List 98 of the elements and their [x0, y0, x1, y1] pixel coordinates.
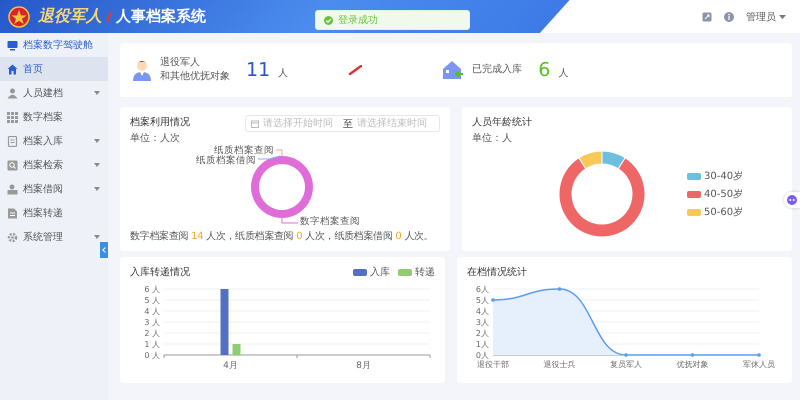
legend-label: 30-40岁	[704, 170, 744, 183]
sidebar-item[interactable]: 档案入库	[0, 129, 108, 153]
robot-icon	[787, 195, 797, 205]
stat-count: 6	[538, 59, 550, 81]
slice-label: 数字档案查阅	[282, 216, 360, 225]
slash-icon	[106, 10, 112, 22]
legend-label: 40-50岁	[704, 188, 744, 201]
caret-icon	[779, 14, 786, 18]
sidebar-item[interactable]: 档案转递	[0, 201, 108, 225]
sidebar-item[interactable]: 人员建档	[0, 81, 108, 105]
chevron-left-icon	[102, 247, 106, 253]
card-title: 人员年龄统计	[472, 116, 532, 129]
date-range-field[interactable]: 请选择开始时间 至 请选择结束时间	[245, 115, 440, 132]
unit-label: 单位：人	[472, 132, 513, 145]
user-menu[interactable]: 管理员	[746, 10, 786, 24]
range-separator: 至	[343, 118, 353, 130]
caret-icon	[94, 91, 100, 95]
start-date-input[interactable]: 请选择开始时间	[263, 118, 339, 129]
axis-category-label: 优抚对象	[676, 360, 708, 369]
axis-category-label: 军休人员	[743, 360, 775, 369]
bar	[220, 289, 228, 355]
sidebar-item[interactable]: 数字档案	[0, 105, 108, 129]
bar	[232, 344, 240, 355]
sidebar-item[interactable]: 档案数字驾驶舱	[0, 33, 108, 57]
axis-tick-label: 0 人	[144, 351, 160, 360]
slice-label: 纸质档案借阅	[196, 155, 280, 166]
emblem-icon	[8, 6, 30, 28]
end-date-input[interactable]: 请选择结束时间	[357, 118, 433, 129]
caret-icon	[94, 139, 100, 143]
axis-tick-label: 4人	[476, 307, 489, 316]
point	[624, 353, 628, 357]
sidebar-item[interactable]: 系统管理	[0, 225, 108, 249]
legend-label: 入库	[370, 266, 390, 279]
point	[491, 298, 495, 302]
fullscreen-button[interactable]	[702, 12, 712, 22]
axis-tick-label: 1 人	[144, 340, 160, 349]
stat-count: 11	[246, 59, 270, 81]
legend-label: 纸质档案借阅	[196, 154, 256, 166]
axis-tick-label: 3 人	[144, 318, 160, 327]
card-title: 入库转递情况	[130, 266, 190, 279]
axis-tick-label: 5 人	[144, 296, 160, 305]
stat-unit: 人	[278, 67, 288, 80]
legend-label: 50-60岁	[704, 206, 744, 219]
point	[757, 353, 761, 357]
slice-label: 数字档案查阅	[300, 215, 360, 227]
sidebar-item[interactable]: 档案借阅	[0, 177, 108, 201]
card-title: 档案利用情况	[130, 116, 190, 129]
gear-icon	[7, 232, 18, 242]
magnifier-icon	[7, 160, 18, 170]
axis-tick-label: 4 人	[144, 307, 160, 316]
person-icon	[7, 88, 18, 98]
person-icon	[7, 184, 18, 194]
unit-label: 单位：人次	[130, 132, 181, 145]
axis-category-label: 退役士兵	[544, 360, 576, 369]
collapse-button[interactable]	[100, 242, 108, 258]
stat-label: 已完成入库	[472, 63, 522, 77]
point	[558, 287, 562, 291]
point	[690, 353, 694, 357]
toast-text: 登录成功	[338, 14, 378, 27]
sidebar-item[interactable]: 首页	[0, 57, 108, 81]
axis-tick-label: 5人	[476, 296, 489, 305]
axis-tick-label: 0人	[476, 351, 489, 360]
calendar-icon	[251, 120, 259, 128]
caret-icon	[94, 187, 100, 191]
caret-icon	[94, 235, 100, 239]
slice-label: 纸质档案查阅	[214, 145, 282, 156]
card-title: 在档情况统计	[467, 266, 527, 279]
person-icon	[132, 59, 152, 81]
axis-tick-label: 6 人	[144, 285, 160, 294]
legend-label: 转递	[415, 266, 435, 279]
info-icon	[724, 12, 734, 22]
grid-icon	[7, 112, 18, 122]
caret-icon	[94, 163, 100, 167]
axis-tick-label: 2人	[476, 329, 489, 338]
sidebar-item[interactable]: 档案检索	[0, 153, 108, 177]
stat-unit: 人	[558, 67, 568, 80]
legend-label: 纸质档案查阅	[214, 144, 274, 156]
axis-category-label: 复员军人	[610, 360, 642, 369]
axis-tick-label: 1人	[476, 340, 489, 349]
axis-tick-label: 3人	[476, 318, 489, 327]
axis-category-label: 退役干部	[477, 360, 509, 369]
slash-icon	[348, 65, 362, 75]
check-icon	[324, 16, 333, 24]
axis-category-label: 4月	[223, 361, 238, 371]
app-title: 人事档案系统	[116, 7, 206, 26]
summary-text: 数字档案查阅 14 人次，纸质档案查阅 0 人次，纸质档案借阅 0 人次。	[130, 230, 434, 243]
axis-category-label: 8月	[356, 361, 371, 371]
home-icon	[7, 64, 18, 74]
stat-label: 退役军人 和其他优抚对象	[160, 56, 230, 84]
title-emblem: 退役军人	[38, 6, 102, 27]
fullscreen-icon	[702, 12, 712, 22]
document-icon	[7, 136, 18, 146]
house-icon	[442, 60, 464, 80]
monitor-icon	[7, 40, 18, 50]
assistant-button[interactable]	[784, 192, 800, 208]
axis-tick-label: 6人	[476, 285, 489, 294]
document-icon	[7, 208, 18, 218]
axis-tick-label: 2 人	[144, 329, 160, 338]
